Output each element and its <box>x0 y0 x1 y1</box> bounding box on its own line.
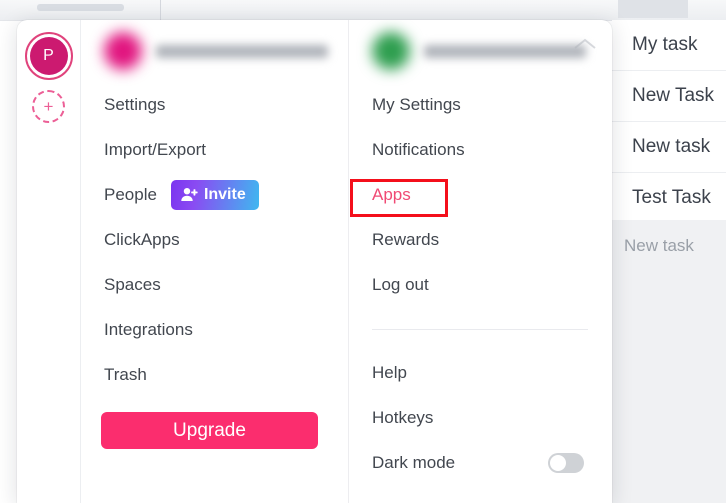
menu-divider <box>372 329 588 330</box>
menu-item-my-settings[interactable]: My Settings <box>369 82 592 127</box>
workspace-avatar-ring[interactable]: P <box>24 32 73 80</box>
user-avatar-blurred <box>372 32 410 70</box>
menu-item-integrations[interactable]: Integrations <box>101 307 328 352</box>
task-row[interactable]: My task <box>612 20 726 71</box>
menu-item-label: Settings <box>104 94 166 114</box>
menu-item-notifications[interactable]: Notifications <box>369 127 592 172</box>
task-title: Test Task <box>632 187 711 208</box>
user-name-blurred <box>424 44 586 58</box>
task-title: New Task <box>632 85 715 106</box>
workspace-header[interactable] <box>101 20 328 82</box>
menu-item-spaces[interactable]: Spaces <box>101 262 328 307</box>
menu-item-rewards[interactable]: Rewards <box>369 217 592 262</box>
task-title: My task <box>632 34 698 55</box>
menu-item-label: Import/Export <box>104 139 207 159</box>
invite-button[interactable]: Invite <box>170 179 259 210</box>
dark-mode-toggle[interactable] <box>548 452 584 473</box>
menu-item-label: Apps <box>372 184 411 204</box>
chrome-right-block <box>618 0 688 18</box>
upgrade-button-label: Upgrade <box>173 419 246 441</box>
menu-item-label: Rewards <box>372 229 440 249</box>
user-menu-column: My Settings Notifications Apps Rewards L… <box>349 20 612 503</box>
task-row[interactable]: New task <box>612 122 726 173</box>
avatar[interactable]: P <box>29 37 68 75</box>
menu-item-label: Notifications <box>372 139 465 159</box>
task-list: My task New Task New task Test Task New … <box>612 20 726 503</box>
menu-columns: Settings Import/Export People Invite Cli… <box>81 20 612 503</box>
dark-mode-label: Dark mode <box>372 452 456 472</box>
workspace-avatar-blurred <box>104 32 142 70</box>
menu-item-label: People <box>104 184 157 204</box>
menu-item-label: ClickApps <box>104 229 180 249</box>
new-task-placeholder-label: New task <box>624 236 694 255</box>
toggle-knob <box>550 454 566 471</box>
menu-item-dark-mode[interactable]: Dark mode <box>369 440 592 485</box>
task-row[interactable]: New Task <box>612 71 726 122</box>
menu-item-hotkeys[interactable]: Hotkeys <box>369 395 592 440</box>
menu-item-label: Hotkeys <box>372 407 434 427</box>
menu-item-label: Integrations <box>104 319 193 339</box>
browser-chrome-bar <box>0 0 726 21</box>
menu-item-trash[interactable]: Trash <box>101 352 328 397</box>
workspace-name-blurred <box>156 44 328 58</box>
person-add-icon <box>181 188 198 201</box>
chrome-divider <box>160 0 161 20</box>
tab-stub[interactable] <box>37 4 124 11</box>
menu-item-settings[interactable]: Settings <box>101 82 328 127</box>
menu-item-clickapps[interactable]: ClickApps <box>101 217 328 262</box>
menu-item-label: Help <box>372 362 407 382</box>
profile-popup-panel: P + Settings Import/Export People Invite… <box>17 20 612 503</box>
workspace-menu-column: Settings Import/Export People Invite Cli… <box>81 20 349 503</box>
menu-item-apps[interactable]: Apps <box>369 172 592 217</box>
task-title: New task <box>632 136 711 157</box>
menu-item-label: Spaces <box>104 274 161 294</box>
upgrade-button[interactable]: Upgrade <box>101 412 318 449</box>
menu-item-label: Log out <box>372 274 429 294</box>
invite-button-label: Invite <box>203 185 246 203</box>
add-workspace-button[interactable]: + <box>32 90 65 123</box>
task-row[interactable]: Test Task <box>612 173 726 224</box>
workspace-rail: P + <box>17 20 81 503</box>
user-header[interactable] <box>369 20 592 82</box>
menu-item-label: Trash <box>104 364 147 384</box>
menu-item-label: My Settings <box>372 94 461 114</box>
new-task-placeholder-row[interactable]: New task <box>612 220 726 503</box>
menu-item-people[interactable]: People Invite <box>101 172 328 217</box>
menu-item-help[interactable]: Help <box>369 350 592 395</box>
menu-item-import-export[interactable]: Import/Export <box>101 127 328 172</box>
menu-item-log-out[interactable]: Log out <box>369 262 592 307</box>
